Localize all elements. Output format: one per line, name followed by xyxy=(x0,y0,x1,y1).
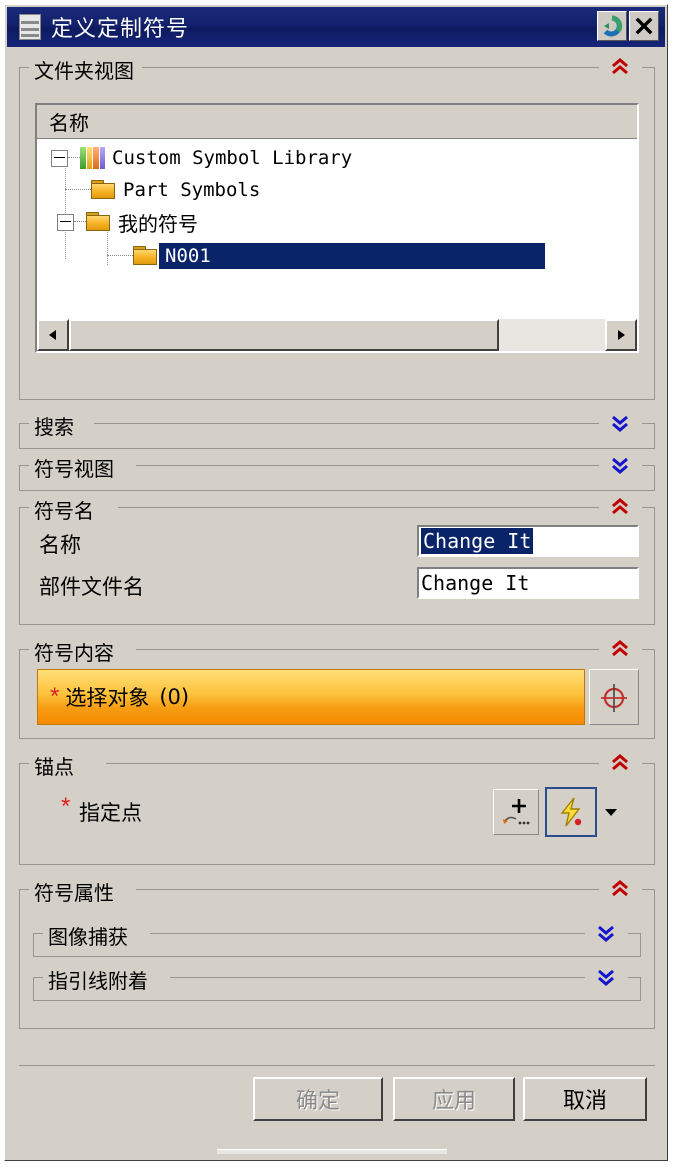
anchor-point-title: 锚点 xyxy=(29,751,79,780)
select-object-button[interactable] xyxy=(589,669,639,725)
title-bar-buttons xyxy=(597,11,659,41)
tree-expander-icon[interactable] xyxy=(57,213,74,231)
chevron-double-down-icon xyxy=(612,415,628,432)
tree-node-label: N001 xyxy=(159,243,545,269)
symbol-view-expand-toggle[interactable] xyxy=(609,455,631,475)
chevron-double-up-icon xyxy=(612,640,628,657)
lightning-bolt-inferred-point-icon xyxy=(560,797,582,827)
folder-view-title: 文件夹视图 xyxy=(29,55,139,84)
symbol-content-title: 符号内容 xyxy=(29,637,119,666)
tree-column-header-label: 名称 xyxy=(49,111,89,135)
tree-expander-icon[interactable] xyxy=(51,149,68,167)
symbol-content-collapse-toggle[interactable] xyxy=(609,639,631,659)
tree-node-label: 我的符号 xyxy=(118,211,198,236)
required-asterisk: * xyxy=(50,683,60,710)
books-library-icon xyxy=(80,147,106,169)
chevron-double-up-icon xyxy=(612,754,628,771)
ok-button-label: 确定 xyxy=(295,1089,340,1114)
image-capture-title: 图像捕获 xyxy=(43,921,133,950)
tree-node[interactable]: 我的符号 xyxy=(57,207,198,237)
title-bar: 定义定制符号 xyxy=(7,7,665,47)
select-object-bar[interactable]: * 选择对象 (0) xyxy=(37,669,585,725)
folder-view-collapse-toggle[interactable] xyxy=(609,57,631,77)
point-plus-icon xyxy=(503,799,530,825)
select-object-label: 选择对象 xyxy=(65,686,150,710)
cancel-button-label: 取消 xyxy=(562,1089,607,1114)
triangle-down-icon xyxy=(605,809,617,816)
chevron-double-down-icon xyxy=(598,969,614,986)
chevron-double-up-icon xyxy=(612,498,628,515)
symbol-name-title: 符号名 xyxy=(29,495,99,524)
tree-horizontal-scrollbar[interactable] xyxy=(37,319,637,351)
anchor-point-dropdown[interactable] xyxy=(601,787,621,837)
reset-button[interactable] xyxy=(597,11,627,41)
page-title: 定义定制符号 xyxy=(51,17,190,42)
point-constructor-button[interactable] xyxy=(493,789,539,835)
symbol-attributes-collapse-toggle[interactable] xyxy=(609,879,631,899)
inferred-point-button[interactable] xyxy=(545,787,597,837)
tree-node-label: Part Symbols xyxy=(123,179,261,201)
footer-separator xyxy=(19,1065,655,1066)
resize-grip[interactable] xyxy=(217,1149,447,1154)
dialog-window: 定义定制符号 文件夹视图 名称 Custom Symbol Library Pa… xyxy=(4,4,668,1161)
chevron-double-up-icon xyxy=(612,880,628,897)
leader-attachment-expand-toggle[interactable] xyxy=(595,967,617,987)
tree-node[interactable]: Part Symbols xyxy=(65,175,260,205)
part-file-name-value: Change It xyxy=(421,571,530,595)
folder-icon xyxy=(133,246,159,266)
anchor-point-collapse-toggle[interactable] xyxy=(609,753,631,773)
tree-body: Custom Symbol Library Part Symbols 我的符号 xyxy=(37,139,637,317)
search-expand-toggle[interactable] xyxy=(609,413,631,433)
chevron-double-up-icon xyxy=(612,58,628,75)
cancel-button[interactable]: 取消 xyxy=(523,1077,647,1121)
name-field-value: Change It xyxy=(421,528,534,554)
apply-button[interactable]: 应用 xyxy=(393,1077,515,1121)
apply-button-label: 应用 xyxy=(431,1089,476,1114)
hamburger-menu-icon[interactable] xyxy=(19,14,41,40)
tree-node-label: Custom Symbol Library xyxy=(112,147,353,169)
triangle-right-icon xyxy=(618,330,625,340)
scrollbar-thumb[interactable] xyxy=(69,319,499,351)
search-title: 搜索 xyxy=(29,411,79,440)
close-x-icon xyxy=(635,17,653,35)
folder-tree-panel: 名称 Custom Symbol Library Part Symbols 我的… xyxy=(35,103,639,353)
chevron-double-down-icon xyxy=(598,925,614,942)
anchor-required-asterisk: * xyxy=(61,793,71,820)
chevron-double-down-icon xyxy=(612,457,628,474)
part-file-name-label: 部件文件名 xyxy=(39,575,144,599)
tree-column-header: 名称 xyxy=(37,105,637,139)
scroll-right-button[interactable] xyxy=(605,319,637,351)
folder-icon xyxy=(86,212,112,232)
select-object-count: (0) xyxy=(159,685,190,709)
folder-icon xyxy=(91,180,117,200)
leader-attachment-title: 指引线附着 xyxy=(43,965,153,994)
triangle-left-icon xyxy=(49,330,56,340)
ok-button[interactable]: 确定 xyxy=(253,1077,383,1121)
symbol-view-title: 符号视图 xyxy=(29,453,119,482)
tree-node[interactable]: N001 xyxy=(107,241,545,271)
name-field[interactable]: Change It xyxy=(417,525,639,557)
image-capture-expand-toggle[interactable] xyxy=(595,923,617,943)
search-group[interactable] xyxy=(19,423,655,449)
reset-circular-arrow-icon xyxy=(603,15,623,37)
symbol-name-collapse-toggle[interactable] xyxy=(609,497,631,517)
tree-node[interactable]: Custom Symbol Library xyxy=(51,143,352,173)
close-button[interactable] xyxy=(629,11,659,41)
symbol-attributes-title: 符号属性 xyxy=(29,877,119,906)
symbol-attributes-group xyxy=(19,889,655,1029)
part-file-name-field[interactable]: Change It xyxy=(417,567,639,599)
specify-point-label: 指定点 xyxy=(79,801,142,825)
name-field-label: 名称 xyxy=(39,533,81,557)
select-target-crosshair-icon xyxy=(601,684,627,712)
scroll-left-button[interactable] xyxy=(37,319,69,351)
